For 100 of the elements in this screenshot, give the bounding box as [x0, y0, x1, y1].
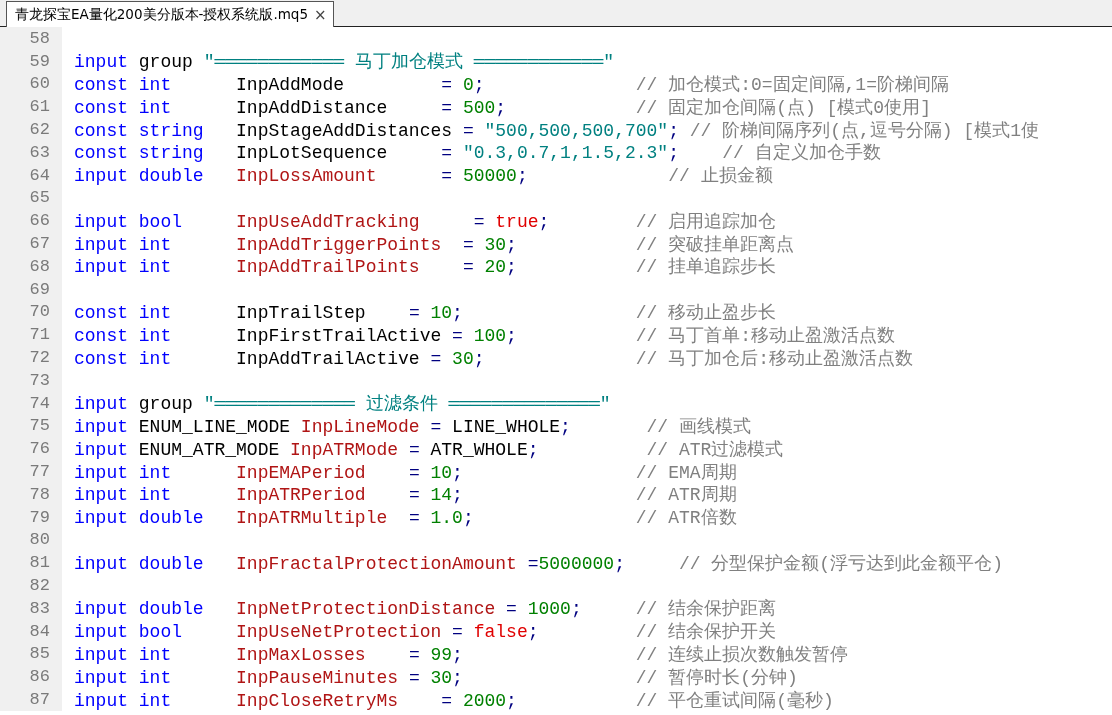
code-comment: // 止损金额	[667, 166, 773, 187]
keyword: int	[137, 75, 172, 95]
operator: =	[407, 508, 420, 529]
keyword: int	[137, 485, 172, 506]
keyword: int	[137, 97, 172, 118]
code-comment: // EMA周期	[634, 462, 737, 483]
keyword: int	[137, 667, 172, 688]
operator: =	[407, 667, 420, 688]
operator: =	[440, 75, 453, 95]
keyword: input	[74, 644, 128, 665]
line-number: 78	[29, 484, 50, 504]
code-comment: // 突破挂单距离点	[634, 234, 795, 255]
operator: =	[429, 416, 442, 437]
number-literal: 30	[483, 234, 507, 255]
operator: =	[407, 302, 420, 323]
code-comment: // 阶梯间隔序列(点,逗号分隔) [模式1使	[688, 120, 1039, 141]
line-number: 80	[29, 530, 50, 550]
line-number: 70	[29, 302, 50, 322]
string-literal: "0.3,0.7,1,1.5,2.3"	[461, 143, 669, 164]
keyword: input	[74, 394, 128, 415]
operator: =	[451, 622, 463, 643]
code-comment: // 结余保护距离	[634, 599, 777, 620]
keyword: input	[74, 553, 128, 574]
line-number: 85	[29, 644, 50, 664]
operator: =	[461, 257, 474, 278]
code-comment: // ATR倍数	[634, 508, 737, 529]
operator: =	[440, 97, 453, 118]
variable-name: InpAddTriggerPoints	[235, 234, 442, 255]
identifier: ENUM_ATR_MODE	[137, 439, 280, 460]
line-number: 59	[29, 51, 50, 71]
operator: ;	[516, 166, 528, 187]
operator: ;	[527, 622, 539, 643]
variable-name: InpATRMode	[289, 439, 399, 460]
identifier: InpTrailStep	[235, 302, 366, 323]
keyword: const	[74, 120, 128, 141]
keyword: const	[74, 143, 128, 164]
number-literal: 5000000	[538, 553, 615, 574]
operator: ;	[668, 120, 679, 141]
keyword: int	[137, 690, 172, 711]
keyword: const	[74, 325, 128, 346]
identifier: InpFirstTrailActive	[235, 325, 442, 346]
number-literal: 99	[429, 644, 453, 665]
number-literal: 50000	[461, 166, 517, 187]
keyword: input	[74, 508, 128, 529]
operator: ;	[506, 325, 517, 346]
keyword: int	[137, 462, 172, 483]
keyword: double	[137, 553, 204, 574]
keyword: input	[74, 462, 128, 483]
keyword: input	[74, 416, 128, 437]
variable-name: InpAddTrailPoints	[235, 257, 420, 278]
keyword: int	[137, 348, 172, 369]
code-comment: // 平仓重试间隔(毫秒)	[634, 690, 834, 711]
operator: ;	[473, 348, 485, 369]
keyword: input	[74, 234, 128, 255]
line-number: 62	[29, 120, 50, 140]
keyword: input	[74, 599, 128, 620]
code-comment: // 加仓模式:0=固定间隔,1=阶梯间隔	[634, 75, 949, 95]
identifier: InpAddTrailActive	[235, 348, 420, 369]
line-number: 69	[29, 279, 50, 299]
code-comment: // 自定义加仓手数	[721, 143, 881, 164]
operator: =	[407, 485, 420, 506]
operator: ;	[614, 553, 625, 574]
line-number: 81	[29, 553, 50, 573]
variable-name: InpLineMode	[299, 416, 420, 437]
keyword: const	[74, 75, 128, 95]
code-comment: // 画线模式	[645, 416, 751, 437]
line-number: 74	[29, 393, 50, 413]
line-number: 82	[29, 576, 50, 595]
variable-name: InpFractalProtectionAmount	[235, 553, 517, 574]
identifier: ENUM_LINE_MODE	[137, 416, 291, 437]
code-comment: // ATR过滤模式	[645, 439, 784, 460]
keyword: double	[137, 599, 204, 620]
keyword: double	[137, 508, 204, 529]
code-comment: // 马丁首单:移动止盈激活点数	[634, 325, 895, 346]
operator: =	[472, 211, 485, 232]
operator: ;	[506, 257, 517, 278]
keyword: int	[137, 302, 172, 323]
keyword: bool	[137, 211, 183, 232]
operator: =	[440, 690, 453, 711]
close-icon[interactable]: ×	[314, 5, 327, 24]
operator: =	[461, 234, 474, 255]
file-tab[interactable]: 青龙探宝EA量化200美分版本-授权系统版.mq5 ×	[6, 1, 334, 27]
variable-name: InpMaxLosses	[235, 644, 366, 665]
identifier: InpStageAddDistances	[235, 120, 453, 141]
identifier: InpAddDistance	[235, 97, 388, 118]
operator: =	[461, 120, 474, 141]
operator: ;	[527, 439, 539, 460]
operator: ;	[462, 508, 474, 529]
code-comment: // 马丁加仓后:移动止盈激活点数	[634, 348, 913, 369]
identifier: group	[137, 52, 193, 73]
variable-name: InpUseAddTracking	[235, 211, 420, 232]
variable-name: InpPauseMinutes	[235, 667, 399, 688]
number-literal: 30	[429, 667, 453, 688]
identifier: InpLotSequence	[235, 143, 388, 164]
operator: ;	[560, 416, 571, 437]
variable-name: InpCloseRetryMs	[235, 690, 399, 711]
string-literal: "500,500,500,700"	[483, 120, 669, 141]
operator: ;	[495, 97, 507, 118]
keyword: input	[74, 166, 128, 187]
variable-name: InpATRMultiple	[235, 508, 388, 529]
